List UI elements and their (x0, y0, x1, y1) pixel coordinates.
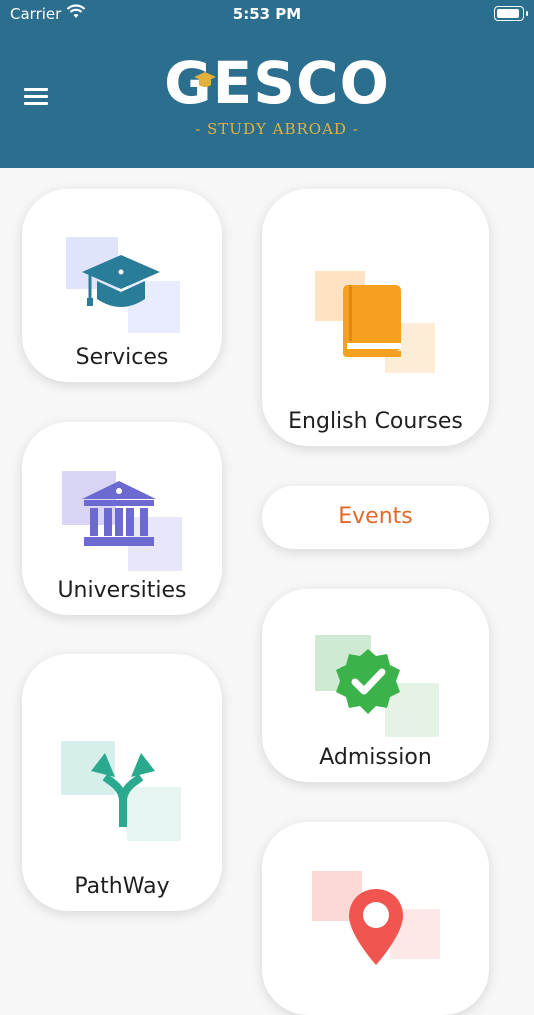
english-courses-card[interactable]: English Courses (262, 189, 489, 446)
logo-subtitle: - STUDY ABROAD - (195, 120, 359, 138)
universities-label: Universities (57, 578, 187, 603)
hamburger-menu-button[interactable] (24, 88, 48, 106)
status-bar: Carrier 5:53 PM (0, 0, 534, 30)
battery-icon (494, 6, 524, 21)
pathway-card[interactable]: PathWay (22, 654, 222, 911)
services-icon-group (66, 237, 180, 333)
events-card[interactable]: Events (262, 486, 489, 549)
split-arrows-icon (91, 753, 155, 827)
status-time: 5:53 PM (232, 5, 302, 23)
graduation-cap-icon (82, 255, 160, 307)
pathway-label: PathWay (74, 874, 170, 899)
location-card[interactable] (262, 822, 489, 1015)
university-building-icon (82, 481, 156, 546)
book-icon (343, 285, 401, 357)
english-courses-icon-group (315, 271, 435, 373)
services-label: Services (75, 345, 169, 370)
admission-label: Admission (319, 745, 432, 770)
app-header: Carrier 5:53 PM GESCO - STUDY ABROAD - (0, 0, 534, 168)
menu-line-icon (24, 95, 48, 98)
menu-line-icon (24, 88, 48, 91)
menu-grid: Services English Courses Universities Ev… (0, 168, 534, 1015)
universities-card[interactable]: Universities (22, 422, 222, 615)
menu-line-icon (24, 102, 48, 105)
universities-icon-group (62, 471, 182, 571)
pathway-icon-group (61, 741, 181, 841)
battery-tip (526, 11, 528, 16)
location-pin-icon (349, 889, 403, 965)
services-card[interactable]: Services (22, 189, 222, 382)
logo-cap-icon (193, 70, 217, 96)
verified-check-icon (336, 649, 400, 714)
gesco-logo: GESCO - STUDY ABROAD - (160, 50, 394, 140)
location-icon-group (312, 871, 440, 965)
admission-icon-group (315, 635, 439, 739)
english-courses-label: English Courses (288, 409, 463, 434)
events-label: Events (338, 504, 413, 529)
admission-card[interactable]: Admission (262, 589, 489, 782)
